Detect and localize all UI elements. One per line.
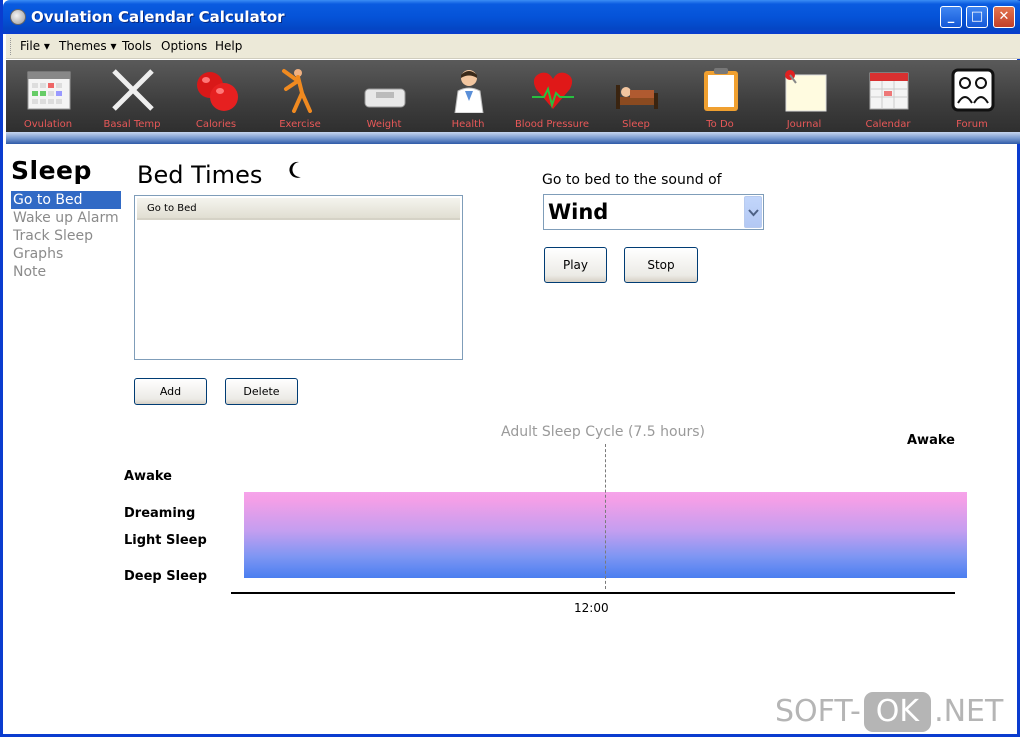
title-bar[interactable]: Ovulation Calendar Calculator _ □ ✕ xyxy=(3,0,1020,34)
toolbar-to-do[interactable]: To Do xyxy=(678,62,762,132)
toolbar-label: Health xyxy=(451,119,485,130)
menu-grip xyxy=(10,38,13,55)
toolbar-label: Weight xyxy=(366,119,402,130)
y-label-deep-sleep: Deep Sleep xyxy=(124,569,208,584)
bed-icon xyxy=(616,85,658,109)
toolbar-weight[interactable]: Weight xyxy=(342,62,426,132)
exercise-icon xyxy=(282,69,312,113)
sidebar-item-wake-up-alarm[interactable]: Wake up Alarm xyxy=(11,209,121,227)
watermark: SOFT- OK .NET xyxy=(775,692,1003,732)
chart-time-marker xyxy=(605,444,606,589)
chart-awake-label-right: Awake xyxy=(907,433,955,448)
doctor-icon xyxy=(454,70,484,113)
calendar-icon xyxy=(869,72,909,110)
maximize-button[interactable]: □ xyxy=(966,6,988,28)
toolbar-blood-pressure[interactable]: Blood Pressure xyxy=(510,62,594,132)
toolbar-divider xyxy=(6,132,1020,144)
sound-selected-value: Wind xyxy=(548,200,609,224)
section-title: Sleep xyxy=(11,156,92,185)
y-label-awake: Awake xyxy=(124,469,172,484)
sound-select[interactable]: Wind xyxy=(543,194,764,230)
page-title: Bed Times xyxy=(137,161,263,189)
watermark-left: SOFT- xyxy=(775,694,861,729)
toolbar-label: Journal xyxy=(786,119,822,130)
sidebar-item-go-to-bed[interactable]: Go to Bed xyxy=(11,191,121,209)
stop-button[interactable]: Stop xyxy=(624,247,698,283)
chevron-down-icon xyxy=(748,209,759,217)
x-tick-label: 12:00 xyxy=(574,601,609,615)
window-title: Ovulation Calendar Calculator xyxy=(31,8,285,26)
app-icon[interactable] xyxy=(10,9,26,25)
sidebar-item-graphs[interactable]: Graphs xyxy=(11,245,121,263)
toolbar-health[interactable]: Health xyxy=(426,62,510,132)
dropdown-button[interactable] xyxy=(744,196,762,228)
toolbar-forum[interactable]: Forum xyxy=(930,62,1014,132)
column-header-label: Go to Bed xyxy=(147,203,197,214)
toolbar-calendar[interactable]: Calendar xyxy=(846,62,930,132)
y-label-light-sleep: Light Sleep xyxy=(124,533,207,548)
toolbar-label: Exercise xyxy=(279,119,321,130)
scale-icon xyxy=(364,88,406,108)
toolbar-label: To Do xyxy=(706,119,734,130)
menu-tools[interactable]: Tools xyxy=(122,39,152,53)
toolbar-sleep[interactable]: Sleep xyxy=(594,62,678,132)
chart-title: Adult Sleep Cycle (7.5 hours) xyxy=(501,424,705,440)
toolbar-label: Ovulation xyxy=(23,119,73,130)
clipboard-icon xyxy=(704,68,738,111)
menu-file[interactable]: File ▾ xyxy=(20,39,50,53)
main-toolbar: Ovulation Basal Temp Calories Exercise W… xyxy=(6,60,1020,132)
sidebar-item-track-sleep[interactable]: Track Sleep xyxy=(11,227,121,245)
watermark-badge: OK xyxy=(863,692,932,732)
menu-help[interactable]: Help xyxy=(215,39,242,53)
menu-themes[interactable]: Themes ▾ xyxy=(59,39,116,53)
toolbar-label: Forum xyxy=(956,119,988,130)
sound-label: Go to bed to the sound of xyxy=(542,172,722,188)
toolbar-label: Calendar xyxy=(865,119,911,130)
app-window: Ovulation Calendar Calculator _ □ ✕ File… xyxy=(0,0,1020,737)
sidebar-nav: Go to Bed Wake up Alarm Track Sleep Grap… xyxy=(11,191,121,281)
toolbar-label: Blood Pressure xyxy=(514,119,590,130)
list-column-header[interactable]: Go to Bed xyxy=(137,198,460,220)
heart-icon xyxy=(532,72,574,109)
menu-options[interactable]: Options xyxy=(161,39,207,53)
toolbar-label: Basal Temp xyxy=(103,119,161,130)
delete-button[interactable]: Delete xyxy=(225,378,298,405)
y-label-dreaming: Dreaming xyxy=(124,506,196,521)
watermark-right: .NET xyxy=(934,694,1004,729)
bed-times-list[interactable]: Go to Bed xyxy=(134,195,463,360)
add-button[interactable]: Add xyxy=(134,378,207,405)
toolbar-label: Calories xyxy=(195,119,237,130)
moon-icon xyxy=(289,161,301,178)
forum-icon xyxy=(951,68,995,112)
note-pin-icon xyxy=(785,70,827,112)
sidebar-item-note[interactable]: Note xyxy=(11,263,121,281)
toolbar-label: Sleep xyxy=(622,119,650,130)
toolbar-exercise[interactable]: Exercise xyxy=(258,62,342,132)
basal-temp-icon xyxy=(112,69,154,111)
toolbar-basal-temp[interactable]: Basal Temp xyxy=(90,62,174,132)
apples-icon xyxy=(197,72,238,111)
close-button[interactable]: ✕ xyxy=(993,6,1015,28)
play-button[interactable]: Play xyxy=(544,247,607,283)
toolbar-calories[interactable]: Calories xyxy=(174,62,258,132)
toolbar-ovulation[interactable]: Ovulation xyxy=(6,62,90,132)
minimize-button[interactable]: _ xyxy=(940,6,962,28)
toolbar-journal[interactable]: Journal xyxy=(762,62,846,132)
menu-bar: File ▾ Themes ▾ Tools Options Help xyxy=(6,34,1020,59)
chart-x-axis xyxy=(231,592,955,594)
ovulation-calendar-icon xyxy=(27,71,71,110)
